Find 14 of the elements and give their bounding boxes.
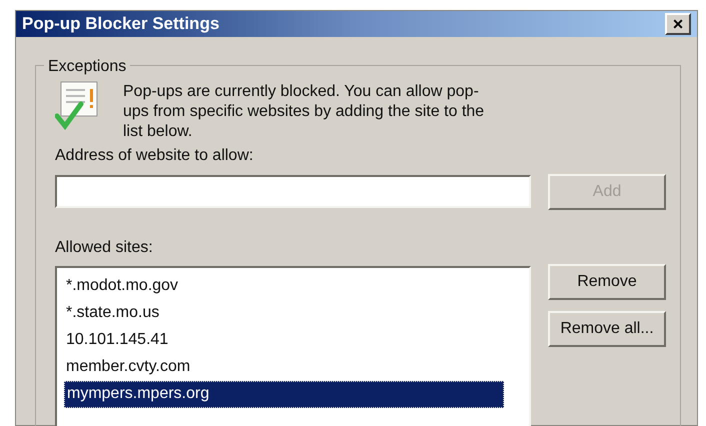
dialog-button[interactable]: Remove xyxy=(548,264,666,300)
allowed-sites-list[interactable]: *.modot.mo.gov *.state.mo.us 10.101.145.41 member.cvty.com mympers.mpers.org xyxy=(55,266,531,426)
address-label: Address of website to allow: xyxy=(55,146,254,166)
address-input-field[interactable] xyxy=(55,175,531,208)
site-list-item[interactable]: member.cvty.com xyxy=(64,354,504,380)
dialog-button[interactable]: Remove all... xyxy=(548,310,666,346)
site-list-item[interactable]: *.state.mo.us xyxy=(64,300,504,326)
window-title: Pop-up Blocker Settings xyxy=(22,13,220,35)
site-list-item[interactable]: *.modot.mo.gov xyxy=(64,272,504,300)
site-list-item[interactable]: mympers.mpers.org xyxy=(64,380,504,408)
site-list-item[interactable]: 10.101.145.41 xyxy=(64,326,504,354)
info-message: Pop-ups are currently blocked. You can allow pop-ups from specific websites by adding the site to the list below. xyxy=(123,82,486,142)
close-button[interactable]: × xyxy=(665,12,691,35)
allowed-sites-label: Allowed sites: xyxy=(55,238,153,258)
